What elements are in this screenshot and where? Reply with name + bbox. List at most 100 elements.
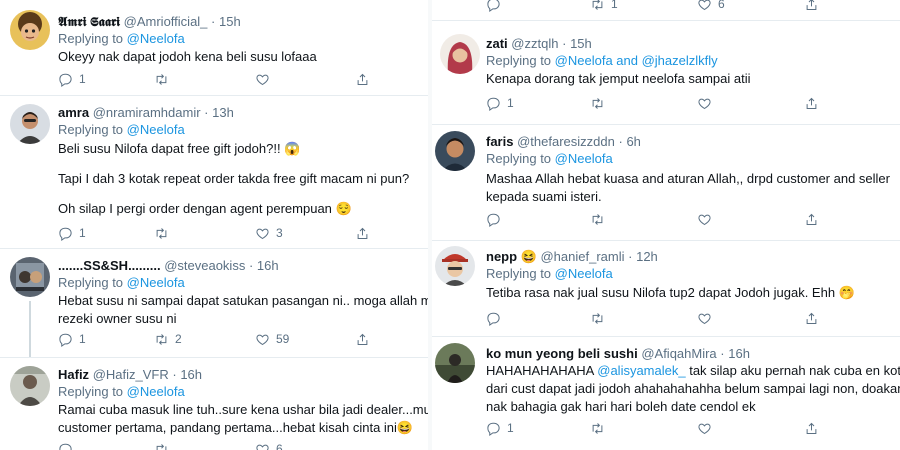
like-count: 59 xyxy=(276,331,290,346)
reply-tweet[interactable]: zati @zztqlh · 15h Replying to @Neelofa … xyxy=(432,21,900,124)
like-button[interactable]: 59 xyxy=(255,330,289,348)
retweet-button[interactable] xyxy=(590,309,611,327)
avatar[interactable] xyxy=(440,34,480,74)
like-button[interactable]: 3 xyxy=(255,224,283,242)
timestamp[interactable]: 15h xyxy=(570,36,592,51)
retweet-button[interactable] xyxy=(590,210,611,228)
reply-button[interactable] xyxy=(486,0,507,13)
like-button[interactable] xyxy=(697,419,718,437)
mention-link[interactable]: @Neelofa xyxy=(127,275,185,290)
tweet-text: Ramai cuba masuk line tuh..sure kena ush… xyxy=(58,401,428,437)
timestamp[interactable]: 6h xyxy=(626,134,640,149)
separator-dot: · xyxy=(211,14,216,29)
user-handle[interactable]: @thefaresizzddn xyxy=(517,134,615,149)
avatar[interactable] xyxy=(10,257,50,297)
like-button[interactable] xyxy=(697,94,718,112)
mention-link[interactable]: @Neelofa xyxy=(127,122,185,137)
tweet-text: Beli susu Nilofa dapat free gift jodoh?!… xyxy=(58,140,409,218)
reply-icon xyxy=(59,73,72,87)
share-button[interactable] xyxy=(804,309,819,327)
share-button[interactable] xyxy=(804,0,819,13)
display-name[interactable]: ko mun yeong beli sushi xyxy=(486,346,638,361)
mention-link[interactable]: @Neelofa xyxy=(555,266,613,281)
reply-button[interactable]: 1 xyxy=(486,94,514,112)
reply-count: 1 xyxy=(79,225,86,240)
user-handle[interactable]: @zztqlh xyxy=(511,36,558,51)
share-button[interactable] xyxy=(355,70,370,88)
display-name[interactable]: Hafiz xyxy=(58,367,89,382)
user-handle[interactable]: @steveaokiss xyxy=(164,258,245,273)
reply-tweet[interactable]: Hafiz @Hafiz_VFR · 16h Replying to @Neel… xyxy=(0,358,428,450)
like-button[interactable] xyxy=(697,309,718,327)
tweet-text-line: Ramai cuba masuk line tuh..sure kena ush… xyxy=(58,402,428,417)
display-name[interactable]: 𝕬𝖒𝖗𝖎 𝕾𝖆𝖆𝖗𝖎 xyxy=(58,14,120,29)
mention-link[interactable]: @Neelofa xyxy=(127,384,185,399)
reply-button[interactable]: 1 xyxy=(58,224,86,242)
like-button[interactable]: 6 xyxy=(697,0,725,13)
share-button[interactable] xyxy=(355,330,370,348)
right-replies-column: 1 6 zati @zztqlh · 15h Replying to @Neel… xyxy=(432,0,900,450)
timestamp[interactable]: 16h xyxy=(257,258,279,273)
reply-tweet[interactable]: faris @thefaresizzddn · 6h Replying to @… xyxy=(432,125,900,240)
reply-button[interactable] xyxy=(58,440,79,450)
reply-tweet[interactable]: .......SS&SH......... @steveaokiss · 16h… xyxy=(0,249,428,357)
like-button[interactable] xyxy=(255,70,276,88)
reply-icon xyxy=(487,97,500,111)
reply-tweet[interactable]: amra @nramiramhdamir · 13h Replying to @… xyxy=(0,96,428,248)
share-button[interactable] xyxy=(804,210,819,228)
retweet-button[interactable] xyxy=(154,224,175,242)
separator-dot: · xyxy=(562,36,567,51)
share-button[interactable] xyxy=(355,224,370,242)
display-name[interactable]: amra xyxy=(58,105,89,120)
reply-tweet[interactable]: nepp 😆 @hanief_ramli · 12h Replying to @… xyxy=(432,241,900,336)
share-button[interactable] xyxy=(804,419,819,437)
timestamp[interactable]: 16h xyxy=(728,346,750,361)
mention-link[interactable]: @Neelofa and @jhazelzlkfly xyxy=(555,53,718,68)
display-name[interactable]: zati xyxy=(486,36,508,51)
reply-tweet[interactable]: ko mun yeong beli sushi @AfiqahMira · 16… xyxy=(432,337,900,450)
timestamp[interactable]: 12h xyxy=(636,249,658,264)
timestamp[interactable]: 16h xyxy=(180,367,202,382)
retweet-icon xyxy=(156,333,167,345)
reply-button[interactable]: 1 xyxy=(58,330,86,348)
retweet-button[interactable] xyxy=(154,440,175,450)
reply-button[interactable]: 1 xyxy=(486,419,514,437)
avatar[interactable] xyxy=(10,10,50,50)
retweet-button[interactable]: 2 xyxy=(154,330,182,348)
user-handle[interactable]: @Hafiz_VFR xyxy=(93,367,169,382)
avatar[interactable] xyxy=(435,131,475,171)
mention-link[interactable]: @Neelofa xyxy=(555,151,613,166)
avatar[interactable] xyxy=(435,343,475,383)
avatar[interactable] xyxy=(10,366,50,406)
user-handle[interactable]: @hanief_ramli xyxy=(540,249,624,264)
user-handle[interactable]: @Amriofficial_ xyxy=(124,14,208,29)
user-handle[interactable]: @nramiramhdamir xyxy=(93,105,201,120)
retweet-button[interactable] xyxy=(590,419,611,437)
like-button[interactable] xyxy=(697,210,718,228)
timestamp[interactable]: 13h xyxy=(212,105,234,120)
reply-button[interactable] xyxy=(486,309,507,327)
left-replies-column: 𝕬𝖒𝖗𝖎 𝕾𝖆𝖆𝖗𝖎 @Amriofficial_ · 15h Replying… xyxy=(0,0,428,450)
tweet-text-line: Kenapa dorang tak jemput neelofa sampai … xyxy=(486,71,751,86)
mention-link[interactable]: @Neelofa xyxy=(127,31,185,46)
reply-tweet[interactable]: 𝕬𝖒𝖗𝖎 𝕾𝖆𝖆𝖗𝖎 @Amriofficial_ · 15h Replying… xyxy=(0,0,428,95)
heart-icon xyxy=(698,423,711,434)
retweet-button[interactable]: 1 xyxy=(590,0,618,13)
display-name[interactable]: .......SS&SH......... xyxy=(58,258,161,273)
display-name[interactable]: faris xyxy=(486,134,513,149)
replying-to: Replying to @Neelofa xyxy=(58,383,185,400)
timestamp[interactable]: 15h xyxy=(219,14,241,29)
retweet-button[interactable] xyxy=(154,70,175,88)
reply-button[interactable]: 1 xyxy=(58,70,86,88)
avatar[interactable] xyxy=(435,246,475,286)
display-name[interactable]: nepp 😆 xyxy=(486,249,537,264)
reply-count: 1 xyxy=(507,95,514,110)
like-button[interactable]: 6 xyxy=(255,440,283,450)
reply-button[interactable] xyxy=(486,210,507,228)
mention-link[interactable]: @alisyamalek_ xyxy=(597,363,685,378)
user-handle[interactable]: @AfiqahMira xyxy=(641,346,716,361)
share-button[interactable] xyxy=(804,94,819,112)
separator-dot: · xyxy=(618,134,623,149)
retweet-button[interactable] xyxy=(590,94,611,112)
avatar[interactable] xyxy=(10,104,50,144)
